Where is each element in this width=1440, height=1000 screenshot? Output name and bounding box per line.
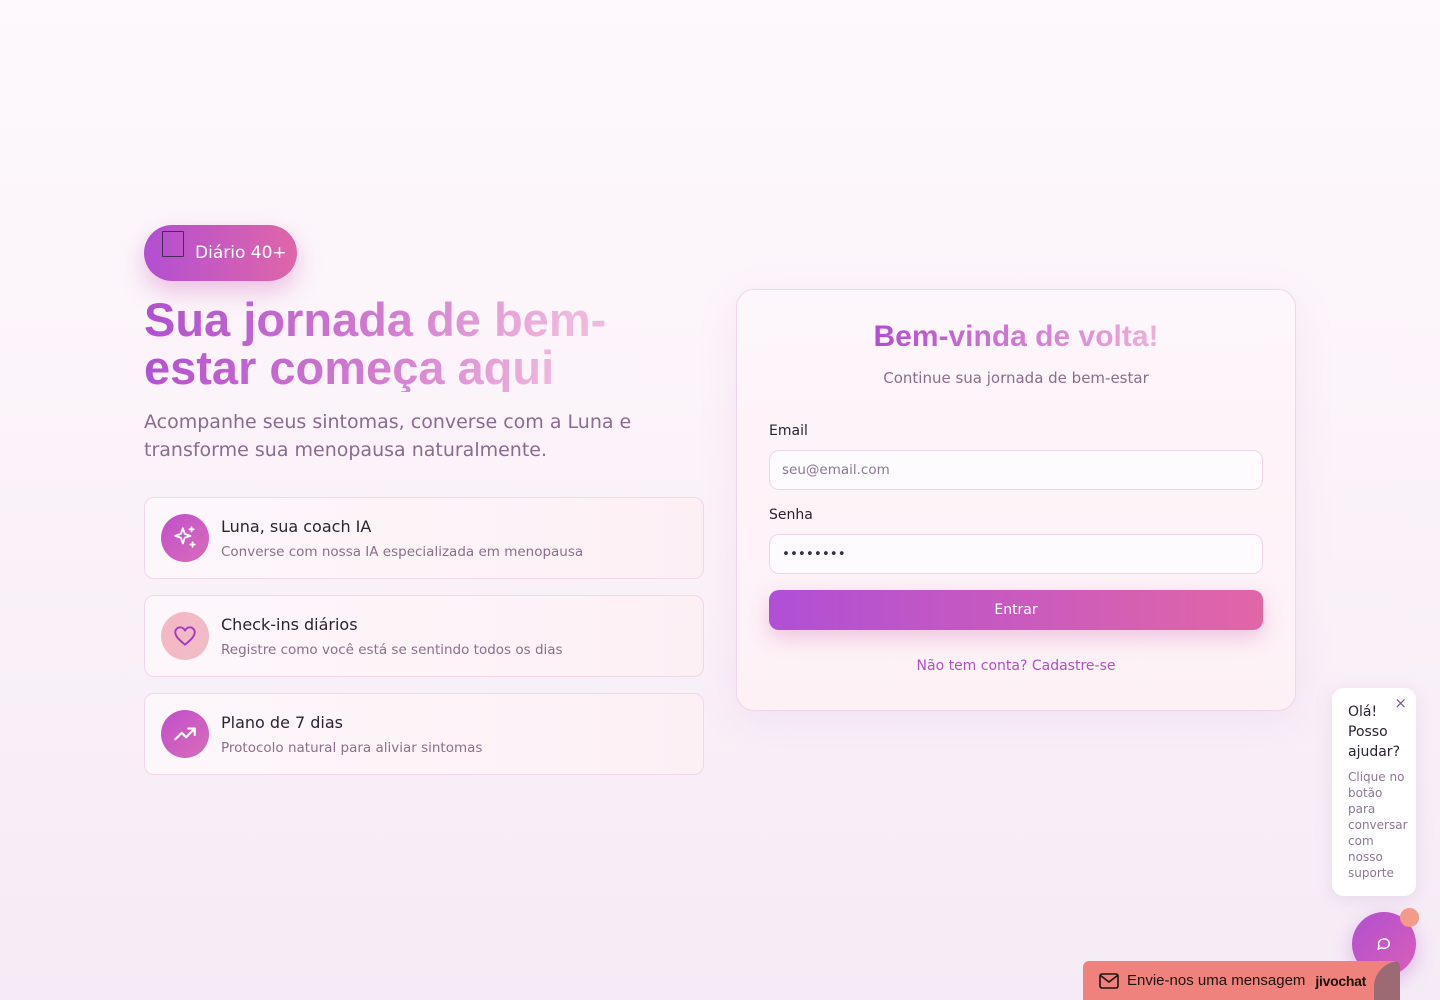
heart-icon xyxy=(161,612,209,660)
feature-card-checkins: Check-ins diários Registre como você est… xyxy=(144,595,704,677)
login-title-text: Bem-vinda de volta! xyxy=(873,320,1159,353)
brand-badge: Diário 40+ xyxy=(144,225,297,281)
jivo-curl-decoration xyxy=(1374,961,1400,1000)
notification-dot xyxy=(1400,908,1419,927)
login-title: Bem-vinda de volta! xyxy=(737,320,1295,354)
chat-icon xyxy=(1377,938,1390,950)
password-field[interactable] xyxy=(769,534,1263,574)
send-message-bar[interactable]: Envie-nos uma mensagem jivochat xyxy=(1083,961,1400,1000)
feature-description: Converse com nossa IA especializada em m… xyxy=(221,543,584,560)
sparkles-icon xyxy=(161,514,209,562)
feature-title: Luna, sua coach IA xyxy=(221,516,372,536)
trending-up-icon xyxy=(161,710,209,758)
send-message-label: Envie-nos uma mensagem xyxy=(1127,972,1306,989)
feature-description: Protocolo natural para aliviar sintomas xyxy=(221,739,483,756)
login-button[interactable]: Entrar xyxy=(769,590,1263,630)
jivochat-logo: jivochat xyxy=(1315,972,1366,989)
login-subtitle: Continue sua jornada de bem-estar xyxy=(883,369,1149,387)
feature-title: Plano de 7 dias xyxy=(221,712,344,732)
mail-icon xyxy=(1099,972,1119,989)
signup-link[interactable]: Não tem conta? Cadastre-se xyxy=(737,658,1295,674)
hero-title: Sua jornada de bem-estar começa aqui xyxy=(144,296,664,392)
email-label: Email xyxy=(769,423,808,439)
email-field[interactable] xyxy=(769,450,1263,490)
chat-greeting-bubble: × Olá! Posso ajudar? Clique no botão par… xyxy=(1332,688,1416,896)
close-icon[interactable]: × xyxy=(1394,694,1407,712)
feature-card-luna: Luna, sua coach IA Converse com nossa IA… xyxy=(144,497,704,579)
feature-card-plan: Plano de 7 dias Protocolo natural para a… xyxy=(144,693,704,775)
feature-title: Check-ins diários xyxy=(221,614,358,634)
login-card: Bem-vinda de volta! Continue sua jornada… xyxy=(736,289,1296,711)
password-label: Senha xyxy=(769,507,813,523)
brand-name: Diário 40+ xyxy=(195,243,287,263)
app-square-icon xyxy=(162,231,184,257)
feature-description: Registre como você está se sentindo todo… xyxy=(221,641,563,658)
hero-subtitle: Acompanhe seus sintomas, converse com a … xyxy=(144,411,632,461)
chat-help-text: Clique no botão para conversar com nosso… xyxy=(1348,770,1408,880)
